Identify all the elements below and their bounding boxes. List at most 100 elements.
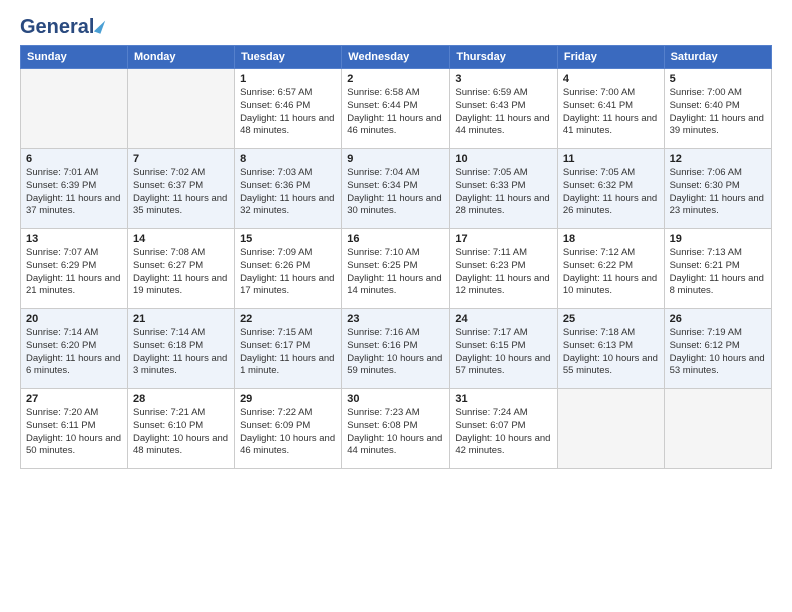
day-number: 20: [26, 313, 122, 325]
day-info: Sunrise: 7:16 AMSunset: 6:16 PMDaylight:…: [347, 327, 444, 378]
weekday-header-tuesday: Tuesday: [235, 46, 342, 69]
calendar-week-3: 13 Sunrise: 7:07 AMSunset: 6:29 PMDayligh…: [21, 229, 772, 309]
day-info: Sunrise: 7:14 AMSunset: 6:18 PMDaylight:…: [133, 327, 229, 378]
calendar-cell: 28 Sunrise: 7:21 AMSunset: 6:10 PMDayligh…: [127, 389, 234, 469]
calendar-cell: 15 Sunrise: 7:09 AMSunset: 6:26 PMDayligh…: [235, 229, 342, 309]
calendar-cell: 26 Sunrise: 7:19 AMSunset: 6:12 PMDayligh…: [664, 309, 771, 389]
calendar-cell: 1Sunrise: 6:57 AMSunset: 6:46 PMDaylight…: [235, 69, 342, 149]
calendar-cell: 22Sunrise: 7:15 AMSunset: 6:17 PMDayligh…: [235, 309, 342, 389]
day-number: 12: [670, 153, 766, 165]
day-info: Sunrise: 7:18 AMSunset: 6:13 PMDaylight:…: [563, 327, 659, 378]
day-number: 11: [563, 153, 659, 165]
day-number: 14: [133, 233, 229, 245]
day-number: 29: [240, 393, 336, 405]
day-number: 16: [347, 233, 444, 245]
calendar-cell: 6 Sunrise: 7:01 AMSunset: 6:39 PMDaylight…: [21, 149, 128, 229]
day-info: Sunrise: 7:22 AMSunset: 6:09 PMDaylight:…: [240, 407, 336, 458]
day-number: 2: [347, 73, 444, 85]
day-number: 5: [670, 73, 766, 85]
calendar-cell: [664, 389, 771, 469]
weekday-header-sunday: Sunday: [21, 46, 128, 69]
day-info: Sunrise: 7:23 AMSunset: 6:08 PMDaylight:…: [347, 407, 444, 458]
calendar-cell: [21, 69, 128, 149]
day-info: Sunrise: 7:13 AMSunset: 6:21 PMDaylight:…: [670, 247, 766, 298]
logo-general: General: [20, 16, 94, 39]
calendar-cell: 17 Sunrise: 7:11 AMSunset: 6:23 PMDayligh…: [450, 229, 558, 309]
day-info: Sunrise: 7:08 AMSunset: 6:27 PMDaylight:…: [133, 247, 229, 298]
weekday-header-monday: Monday: [127, 46, 234, 69]
weekday-header-friday: Friday: [557, 46, 664, 69]
day-info: Sunrise: 7:19 AMSunset: 6:12 PMDaylight:…: [670, 327, 766, 378]
calendar-header-row: SundayMondayTuesdayWednesdayThursdayFrid…: [21, 46, 772, 69]
day-info: Sunrise: 6:59 AMSunset: 6:43 PMDaylight:…: [455, 87, 552, 138]
calendar-week-2: 6 Sunrise: 7:01 AMSunset: 6:39 PMDaylight…: [21, 149, 772, 229]
day-info: Sunrise: 7:14 AMSunset: 6:20 PMDaylight:…: [26, 327, 122, 378]
calendar-cell: 14 Sunrise: 7:08 AMSunset: 6:27 PMDayligh…: [127, 229, 234, 309]
calendar-cell: 9 Sunrise: 7:04 AMSunset: 6:34 PMDaylight…: [342, 149, 450, 229]
day-number: 8: [240, 153, 336, 165]
calendar-cell: 21Sunrise: 7:14 AMSunset: 6:18 PMDayligh…: [127, 309, 234, 389]
day-info: Sunrise: 7:04 AMSunset: 6:34 PMDaylight:…: [347, 167, 444, 218]
calendar-cell: 18 Sunrise: 7:12 AMSunset: 6:22 PMDayligh…: [557, 229, 664, 309]
day-number: 15: [240, 233, 336, 245]
day-info: Sunrise: 7:05 AMSunset: 6:33 PMDaylight:…: [455, 167, 552, 218]
day-info: Sunrise: 7:00 AMSunset: 6:40 PMDaylight:…: [670, 87, 766, 138]
day-number: 31: [455, 393, 552, 405]
day-number: 24: [455, 313, 552, 325]
day-number: 10: [455, 153, 552, 165]
day-info: Sunrise: 7:24 AMSunset: 6:07 PMDaylight:…: [455, 407, 552, 458]
day-number: 13: [26, 233, 122, 245]
day-info: Sunrise: 7:05 AMSunset: 6:32 PMDaylight:…: [563, 167, 659, 218]
calendar-cell: 5 Sunrise: 7:00 AMSunset: 6:40 PMDaylight…: [664, 69, 771, 149]
calendar-week-5: 27Sunrise: 7:20 AMSunset: 6:11 PMDayligh…: [21, 389, 772, 469]
day-info: Sunrise: 7:12 AMSunset: 6:22 PMDaylight:…: [563, 247, 659, 298]
day-info: Sunrise: 6:58 AMSunset: 6:44 PMDaylight:…: [347, 87, 444, 138]
day-number: 4: [563, 73, 659, 85]
day-number: 23: [347, 313, 444, 325]
logo-icon: [94, 18, 105, 34]
day-number: 25: [563, 313, 659, 325]
calendar-cell: 11 Sunrise: 7:05 AMSunset: 6:32 PMDayligh…: [557, 149, 664, 229]
day-info: Sunrise: 7:09 AMSunset: 6:26 PMDaylight:…: [240, 247, 336, 298]
calendar-cell: [557, 389, 664, 469]
day-number: 27: [26, 393, 122, 405]
calendar-cell: 30 Sunrise: 7:23 AMSunset: 6:08 PMDayligh…: [342, 389, 450, 469]
calendar-cell: 23 Sunrise: 7:16 AMSunset: 6:16 PMDayligh…: [342, 309, 450, 389]
day-number: 26: [670, 313, 766, 325]
calendar-cell: 8Sunrise: 7:03 AMSunset: 6:36 PMDaylight…: [235, 149, 342, 229]
day-info: Sunrise: 7:10 AMSunset: 6:25 PMDaylight:…: [347, 247, 444, 298]
calendar-cell: 7Sunrise: 7:02 AMSunset: 6:37 PMDaylight…: [127, 149, 234, 229]
day-number: 28: [133, 393, 229, 405]
day-info: Sunrise: 7:01 AMSunset: 6:39 PMDaylight:…: [26, 167, 122, 218]
calendar-cell: [127, 69, 234, 149]
calendar-week-1: 1Sunrise: 6:57 AMSunset: 6:46 PMDaylight…: [21, 69, 772, 149]
day-number: 7: [133, 153, 229, 165]
weekday-header-thursday: Thursday: [450, 46, 558, 69]
day-number: 30: [347, 393, 444, 405]
day-number: 19: [670, 233, 766, 245]
calendar-cell: 27Sunrise: 7:20 AMSunset: 6:11 PMDayligh…: [21, 389, 128, 469]
day-number: 6: [26, 153, 122, 165]
calendar-cell: 12 Sunrise: 7:06 AMSunset: 6:30 PMDayligh…: [664, 149, 771, 229]
day-info: Sunrise: 7:07 AMSunset: 6:29 PMDaylight:…: [26, 247, 122, 298]
calendar-cell: 10 Sunrise: 7:05 AMSunset: 6:33 PMDayligh…: [450, 149, 558, 229]
day-info: Sunrise: 7:21 AMSunset: 6:10 PMDaylight:…: [133, 407, 229, 458]
calendar-cell: 31 Sunrise: 7:24 AMSunset: 6:07 PMDayligh…: [450, 389, 558, 469]
calendar-cell: 2 Sunrise: 6:58 AMSunset: 6:44 PMDaylight…: [342, 69, 450, 149]
day-number: 9: [347, 153, 444, 165]
calendar-cell: 25 Sunrise: 7:18 AMSunset: 6:13 PMDayligh…: [557, 309, 664, 389]
day-info: Sunrise: 7:06 AMSunset: 6:30 PMDaylight:…: [670, 167, 766, 218]
day-info: Sunrise: 7:11 AMSunset: 6:23 PMDaylight:…: [455, 247, 552, 298]
day-number: 3: [455, 73, 552, 85]
weekday-header-wednesday: Wednesday: [342, 46, 450, 69]
logo: General: [20, 16, 103, 35]
calendar-cell: 29 Sunrise: 7:22 AMSunset: 6:09 PMDayligh…: [235, 389, 342, 469]
calendar-cell: 16 Sunrise: 7:10 AMSunset: 6:25 PMDayligh…: [342, 229, 450, 309]
day-number: 1: [240, 73, 336, 85]
calendar-table: SundayMondayTuesdayWednesdayThursdayFrid…: [20, 45, 772, 469]
day-number: 18: [563, 233, 659, 245]
calendar-cell: 4 Sunrise: 7:00 AMSunset: 6:41 PMDaylight…: [557, 69, 664, 149]
day-number: 17: [455, 233, 552, 245]
calendar-cell: 13 Sunrise: 7:07 AMSunset: 6:29 PMDayligh…: [21, 229, 128, 309]
day-info: Sunrise: 7:00 AMSunset: 6:41 PMDaylight:…: [563, 87, 659, 138]
